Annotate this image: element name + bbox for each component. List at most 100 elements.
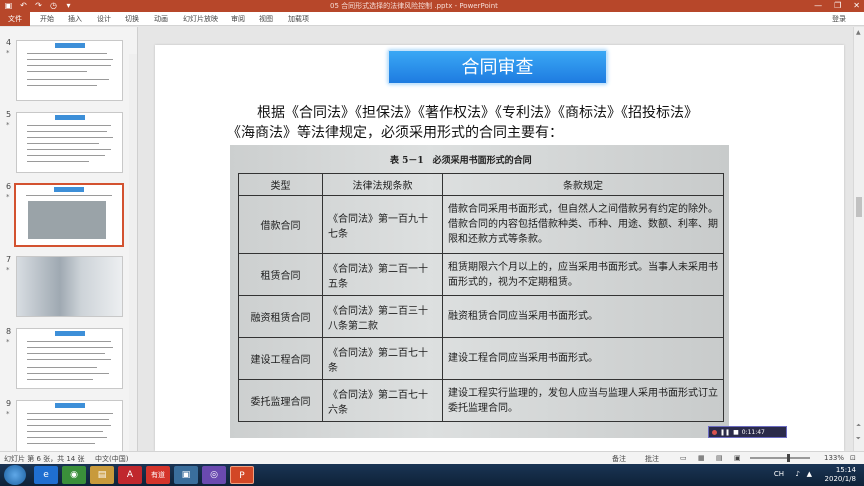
thumb-text-line <box>27 65 111 66</box>
thumbnail-slide-8[interactable] <box>16 328 123 389</box>
thumb-star: * <box>6 338 10 346</box>
zoom-level[interactable]: 133% <box>824 454 844 462</box>
thumb-text-line <box>27 125 111 126</box>
slideshow-view-icon[interactable]: ▣ <box>734 454 741 462</box>
redo-icon[interactable]: ↷ <box>34 1 43 10</box>
thumb-text-line <box>27 155 105 156</box>
ie-browser-app[interactable]: e <box>34 466 58 484</box>
zoom-slider[interactable] <box>750 457 810 459</box>
reading-view-icon[interactable]: ▤ <box>716 454 723 462</box>
tab-home[interactable]: 开始 <box>40 14 54 24</box>
table-cell: 融资租赁合同 <box>238 295 323 338</box>
tab-review[interactable]: 审阅 <box>231 14 245 24</box>
window-title: 05 合同形式选择的法律风险控制 .pptx - PowerPoint <box>330 2 498 10</box>
undo-icon[interactable]: ↶ <box>19 1 28 10</box>
prev-slide-icon[interactable]: ⏶ <box>856 422 861 430</box>
table-row: 租赁合同 《合同法》第二百一十五条 租赁期限六个月以上的，应当采用书面形式。当事… <box>238 253 724 296</box>
screen-recorder-widget[interactable]: ❚❚ ■ 0:11:47 <box>708 426 787 438</box>
stop-icon[interactable]: ■ <box>733 429 739 436</box>
record-indicator-icon <box>712 429 717 435</box>
table-row: 融资租赁合同 《合同法》第二百三十八条第二款 融资租赁合同应当采用书面形式。 <box>238 295 724 338</box>
ribbon-tabs: 文件 开始 插入 设计 切换 动画 幻灯片放映 审阅 视图 加载项 登录 <box>0 12 864 26</box>
slide-title[interactable]: 合同审查 <box>388 50 607 84</box>
zoom-slider-knob[interactable] <box>787 454 790 462</box>
close-button[interactable]: ✕ <box>853 0 860 12</box>
header-cell: 类型 <box>238 173 323 196</box>
slide-sorter-icon[interactable]: ▦ <box>698 454 705 462</box>
table-cell: 委托监理合同 <box>238 379 323 422</box>
normal-view-icon[interactable]: ▭ <box>680 454 687 462</box>
media-app[interactable]: ▣ <box>174 466 198 484</box>
table-cell: 租赁合同 <box>238 253 323 296</box>
thumb-text-line <box>27 379 93 380</box>
current-slide[interactable]: 合同审查 根据《合同法》《担保法》《著作权法》《专利法》《商标法》《招投标法》 … <box>155 45 844 451</box>
tab-design[interactable]: 设计 <box>97 14 111 24</box>
thumb-number: 5 <box>6 110 12 119</box>
table-photo[interactable]: 表 5－1 必须采用书面形式的合同 类型 法律法规条款 条款规定 借款合同 《合… <box>230 145 729 438</box>
thumb-star: * <box>6 193 10 201</box>
thumbnail-slide-5[interactable] <box>16 112 123 173</box>
tab-slideshow[interactable]: 幻灯片放映 <box>183 14 218 24</box>
clock[interactable]: 15:14 2020/1/8 <box>825 466 856 484</box>
customize-toolbar-icon[interactable]: ▾ <box>64 1 73 10</box>
thumb-title-bar <box>54 187 84 192</box>
slide-canvas: 合同审查 根据《合同法》《担保法》《著作权法》《专利法》《商标法》《招投标法》 … <box>139 27 853 451</box>
body-line: 《海商法》等法律规定，必须采用形式的合同主要有： <box>227 125 563 141</box>
youdao-app[interactable]: 有道 <box>146 466 170 484</box>
scroll-thumb[interactable] <box>856 197 862 217</box>
thumb-text-line <box>27 71 87 72</box>
thumbnail-slide-9[interactable] <box>16 400 123 451</box>
login-link[interactable]: 登录 <box>832 14 846 24</box>
thumb-text-line <box>26 195 112 196</box>
thumb-star: * <box>6 49 10 57</box>
language-status[interactable]: 中文(中国) <box>95 454 128 464</box>
pause-icon[interactable]: ❚❚ <box>720 429 730 436</box>
tab-insert[interactable]: 插入 <box>68 14 82 24</box>
table-cell: 建设工程实行监理的，发包人应当与监理人采用书面形式订立委托监理合同。 <box>442 379 724 422</box>
thumbnail-slide-4[interactable] <box>16 40 123 101</box>
thumbnail-slide-6[interactable] <box>14 183 124 247</box>
tab-addins[interactable]: 加载项 <box>288 14 309 24</box>
comments-button[interactable]: 批注 <box>645 454 659 464</box>
restore-button[interactable]: ❐ <box>834 0 841 12</box>
volume-icon[interactable]: ♪ <box>796 470 800 478</box>
input-language[interactable]: CH <box>774 470 784 478</box>
recorder-app[interactable]: ◎ <box>202 466 226 484</box>
file-explorer-app[interactable]: ▤ <box>90 466 114 484</box>
notes-button[interactable]: 备注 <box>612 454 626 464</box>
quick-access-toolbar: ▣ ↶ ↷ ◷ ▾ <box>4 1 73 10</box>
slide-body-text[interactable]: 根据《合同法》《担保法》《著作权法》《专利法》《商标法》《招投标法》 《海商法》… <box>227 103 817 143</box>
thumb-number: 8 <box>6 327 12 336</box>
tab-view[interactable]: 视图 <box>259 14 273 24</box>
tab-transitions[interactable]: 切换 <box>125 14 139 24</box>
thumb-text-line <box>27 359 111 360</box>
tab-animations[interactable]: 动画 <box>154 14 168 24</box>
status-bar: 幻灯片 第 6 张，共 14 张 中文(中国) 备注 批注 ▭ ▦ ▤ ▣ 13… <box>0 451 864 464</box>
scroll-up-icon[interactable]: ▲ <box>856 29 861 36</box>
table-row: 建设工程合同 《合同法》第二百七十条 建设工程合同应当采用书面形式。 <box>238 337 724 380</box>
fit-slide-icon[interactable]: ⊡ <box>850 454 856 462</box>
thumb-text-line <box>27 443 95 444</box>
thumb-text-line <box>27 341 111 342</box>
thumb-title-bar <box>55 115 85 120</box>
tab-file[interactable]: 文件 <box>0 12 30 26</box>
start-slideshow-icon[interactable]: ◷ <box>49 1 58 10</box>
slide-count: 幻灯片 第 6 张，共 14 张 <box>4 455 85 463</box>
recording-time: 0:11:47 <box>741 428 765 436</box>
thumbnail-slide-7[interactable] <box>16 256 123 317</box>
next-slide-icon[interactable]: ⏷ <box>856 435 861 443</box>
table-cell: 《合同法》第一百九十七条 <box>322 195 443 254</box>
table-cell: 《合同法》第二百三十八条第二款 <box>322 295 443 338</box>
powerpoint-app[interactable]: P <box>230 466 254 484</box>
thumb-star: * <box>6 121 10 129</box>
thumbnails-scrollbar[interactable] <box>129 54 137 451</box>
slide-scrollbar[interactable]: ▲ ⏶ ⏷ <box>853 27 864 451</box>
thumb-number: 6 <box>6 182 12 191</box>
start-button[interactable] <box>4 465 26 485</box>
acrobat-app[interactable]: A <box>118 466 142 484</box>
save-icon[interactable]: ▣ <box>4 1 13 10</box>
chrome-app[interactable]: ◉ <box>62 466 86 484</box>
network-icon[interactable]: ▲ <box>807 470 812 478</box>
header-cell: 条款规定 <box>442 173 724 196</box>
minimize-button[interactable]: — <box>814 0 822 12</box>
